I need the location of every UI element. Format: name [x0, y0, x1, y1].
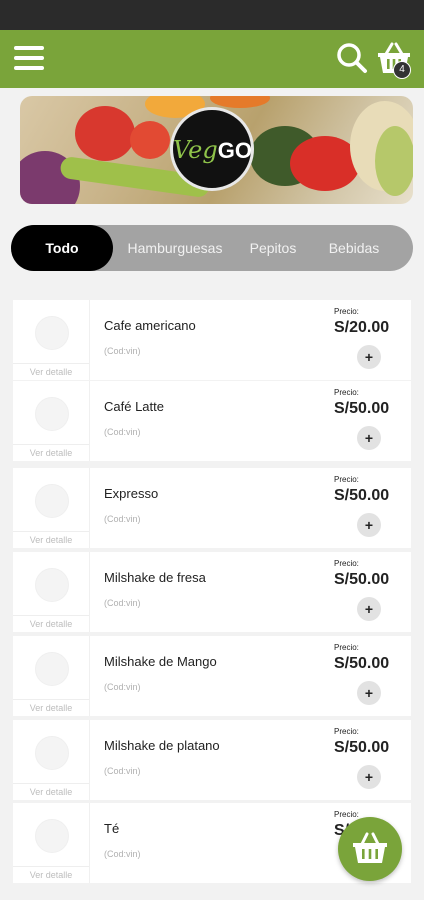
- add-to-cart-button[interactable]: +: [357, 345, 381, 369]
- price-label: Precio:: [334, 643, 359, 652]
- price-label: Precio:: [334, 475, 359, 484]
- tab-hamburguesas[interactable]: Hamburguesas: [119, 225, 231, 271]
- price-label: Precio:: [334, 388, 359, 397]
- product-thumbnail[interactable]: Ver detalle: [13, 381, 90, 461]
- product-card[interactable]: Ver detalle Milshake de Mango (Cod:vin) …: [13, 636, 411, 716]
- floating-cart-button[interactable]: [338, 817, 402, 881]
- category-tabs: Todo Hamburguesas Pepitos Bebidas: [11, 225, 413, 271]
- product-price: S/50.00: [334, 739, 390, 756]
- product-code: (Cod:vin): [104, 427, 141, 437]
- product-name: Cafe americano: [104, 318, 196, 333]
- search-icon[interactable]: [336, 42, 368, 74]
- product-thumbnail[interactable]: Ver detalle: [13, 468, 90, 548]
- add-to-cart-button[interactable]: +: [357, 681, 381, 705]
- product-card[interactable]: Ver detalle Café Latte (Cod:vin) Precio:…: [13, 381, 411, 461]
- product-name: Milshake de Mango: [104, 654, 217, 669]
- product-image-placeholder: [35, 568, 69, 602]
- product-image-placeholder: [35, 819, 69, 853]
- product-price: S/50.00: [334, 655, 390, 672]
- add-to-cart-button[interactable]: +: [357, 597, 381, 621]
- status-bar: [0, 0, 424, 30]
- product-code: (Cod:vin): [104, 346, 141, 356]
- product-name: Expresso: [104, 486, 159, 501]
- product-card[interactable]: Ver detalle Milshake de fresa (Cod:vin) …: [13, 552, 411, 632]
- ver-detalle-link[interactable]: Ver detalle: [13, 866, 89, 883]
- tab-bebidas[interactable]: Bebidas: [317, 225, 391, 271]
- product-code: (Cod:vin): [104, 849, 141, 859]
- product-price: S/50.00: [334, 487, 390, 504]
- ver-detalle-link[interactable]: Ver detalle: [13, 531, 89, 548]
- product-thumbnail[interactable]: Ver detalle: [13, 552, 90, 632]
- add-to-cart-button[interactable]: +: [357, 513, 381, 537]
- price-label: Precio:: [334, 727, 359, 736]
- cart-count-badge: 4: [393, 61, 411, 79]
- add-to-cart-button[interactable]: +: [357, 426, 381, 450]
- product-price: S/50.00: [334, 571, 390, 588]
- product-image-placeholder: [35, 316, 69, 350]
- price-label: Precio:: [334, 307, 359, 316]
- top-app-bar: [0, 30, 424, 88]
- product-card[interactable]: Ver detalle Expresso (Cod:vin) Precio: S…: [13, 468, 411, 548]
- add-to-cart-button[interactable]: +: [357, 765, 381, 789]
- product-name: Café Latte: [104, 399, 164, 414]
- product-code: (Cod:vin): [104, 598, 141, 608]
- logo-text-go: GO: [217, 138, 252, 163]
- product-name: Milshake de fresa: [104, 570, 206, 585]
- basket-icon: [353, 832, 387, 863]
- product-name: Milshake de platano: [104, 738, 220, 753]
- product-image-placeholder: [35, 397, 69, 431]
- product-code: (Cod:vin): [104, 766, 141, 776]
- logo-text-veg: Veg: [173, 136, 218, 164]
- product-code: (Cod:vin): [104, 514, 141, 524]
- product-name: Té: [104, 821, 120, 836]
- ver-detalle-link[interactable]: Ver detalle: [13, 363, 89, 380]
- price-label: Precio:: [334, 559, 359, 568]
- product-price: S/50.00: [334, 400, 390, 417]
- ver-detalle-link[interactable]: Ver detalle: [13, 699, 89, 716]
- tab-todo[interactable]: Todo: [11, 225, 113, 271]
- product-thumbnail[interactable]: Ver detalle: [13, 300, 90, 380]
- product-image-placeholder: [35, 652, 69, 686]
- hamburger-menu-icon[interactable]: [14, 46, 44, 72]
- product-card[interactable]: Ver detalle Milshake de platano (Cod:vin…: [13, 720, 411, 800]
- tab-pepitos[interactable]: Pepitos: [239, 225, 307, 271]
- veggo-logo: VegGO: [170, 107, 254, 191]
- product-thumbnail[interactable]: Ver detalle: [13, 636, 90, 716]
- product-card[interactable]: Ver detalle Cafe americano (Cod:vin) Pre…: [13, 300, 411, 380]
- product-price: S/20.00: [334, 319, 390, 336]
- ver-detalle-link[interactable]: Ver detalle: [13, 615, 89, 632]
- product-thumbnail[interactable]: Ver detalle: [13, 803, 90, 883]
- product-image-placeholder: [35, 736, 69, 770]
- ver-detalle-link[interactable]: Ver detalle: [13, 783, 89, 800]
- ver-detalle-link[interactable]: Ver detalle: [13, 444, 89, 461]
- product-thumbnail[interactable]: Ver detalle: [13, 720, 90, 800]
- product-code: (Cod:vin): [104, 682, 141, 692]
- product-image-placeholder: [35, 484, 69, 518]
